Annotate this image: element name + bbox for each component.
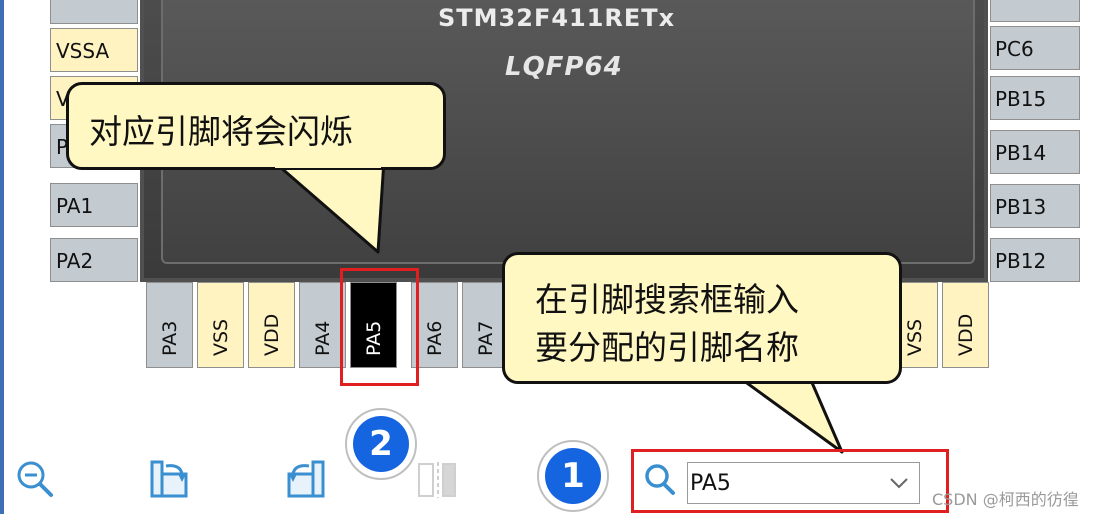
callout-pin-flash: 对应引脚将会闪烁 xyxy=(66,82,446,170)
step-badge-1: 1 xyxy=(537,440,609,512)
callout-join-2 xyxy=(743,376,807,381)
watermark: CSDN @柯西的彷徨 xyxy=(932,490,1079,509)
callout-search-hint: 在引脚搜索框输入 要分配的引脚名称 xyxy=(502,252,902,384)
search-highlight-box xyxy=(631,449,949,513)
callout-search-line1: 在引脚搜索框输入 xyxy=(535,280,799,319)
callout-pin-flash-text: 对应引脚将会闪烁 xyxy=(89,112,353,151)
zoom-out-icon[interactable] xyxy=(14,458,56,500)
split-view-icon[interactable] xyxy=(415,458,457,500)
rotate-counterclockwise-icon[interactable] xyxy=(283,458,325,500)
callout-search-line2: 要分配的引脚名称 xyxy=(535,328,799,367)
step-badge-2: 2 xyxy=(345,408,417,480)
callout-join-1 xyxy=(275,160,381,168)
rotate-clockwise-icon[interactable] xyxy=(148,458,190,500)
